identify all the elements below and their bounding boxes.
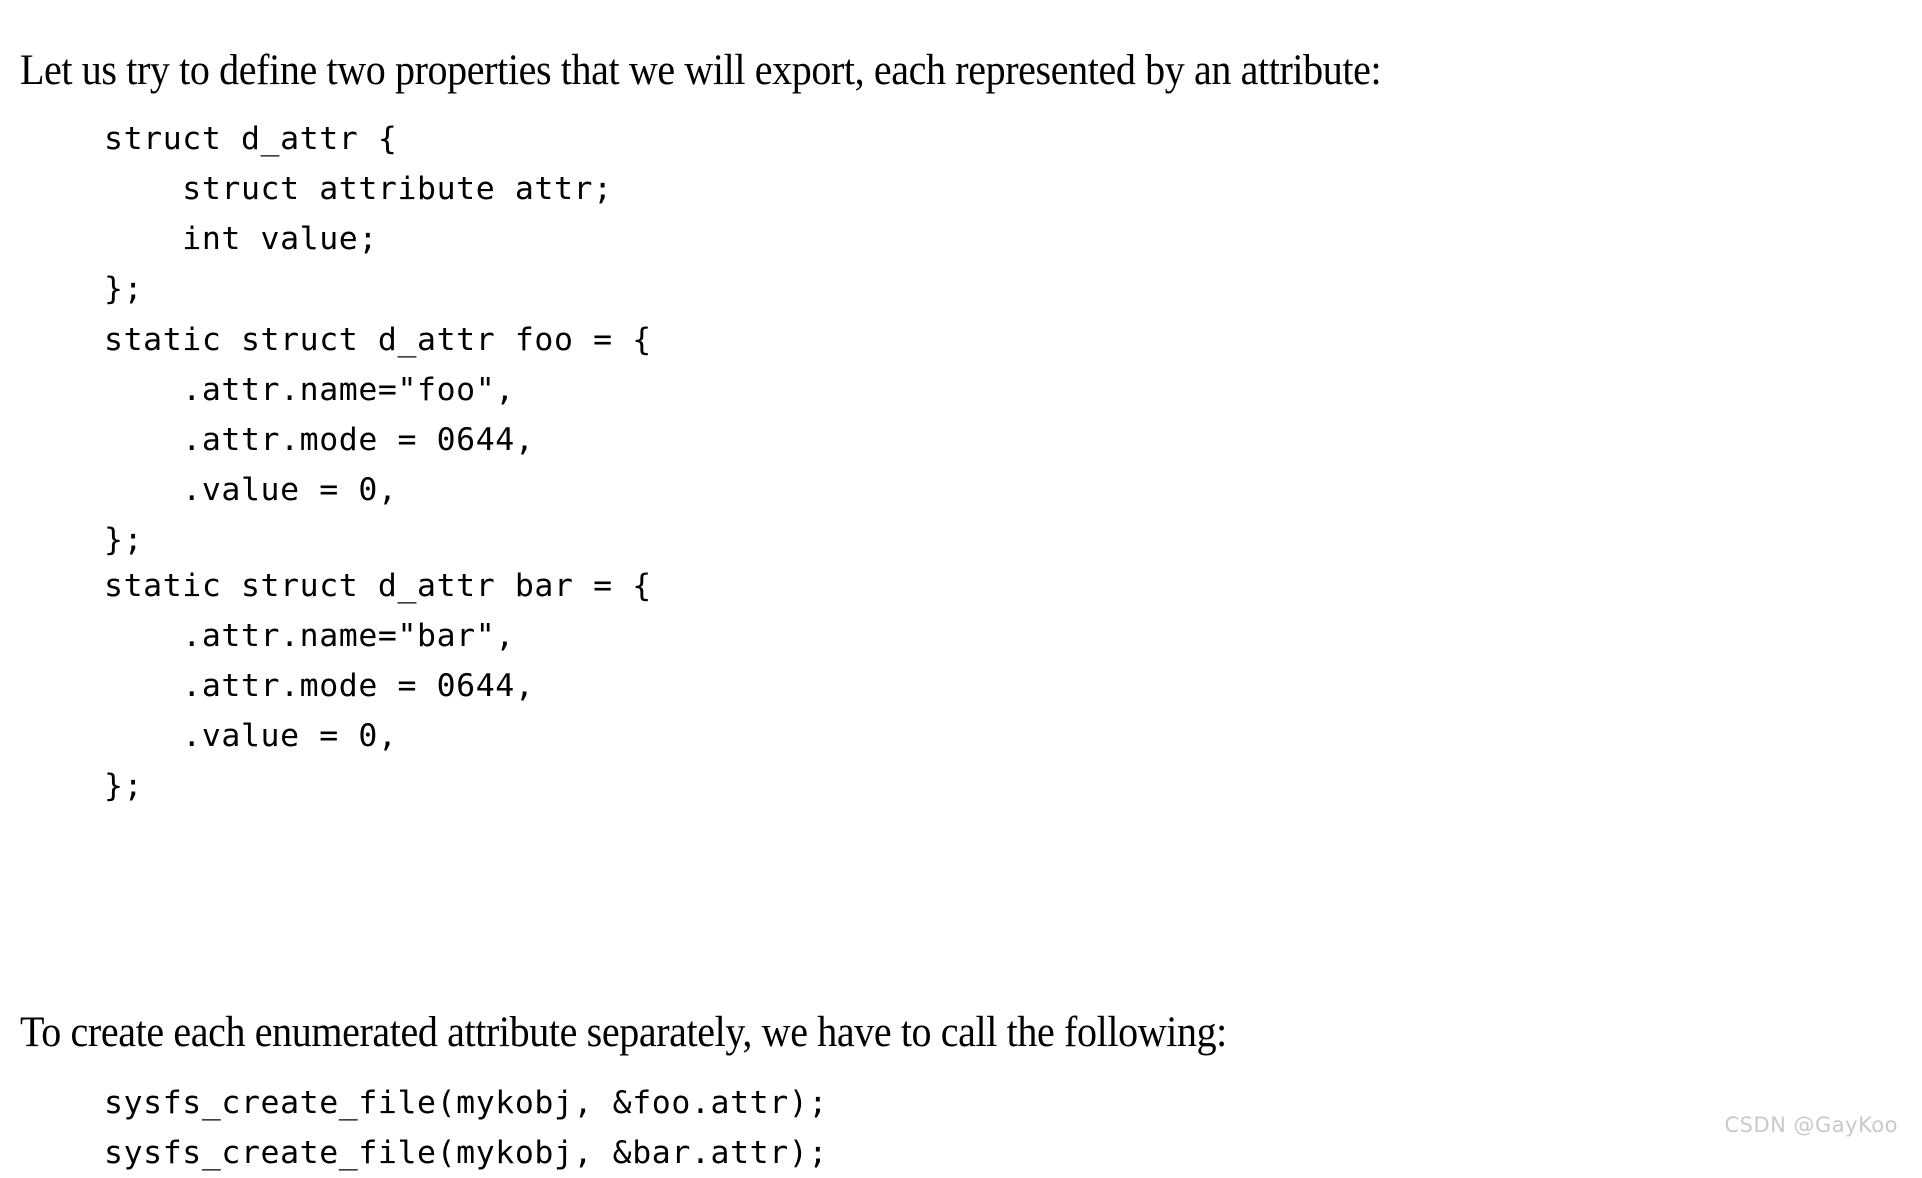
- code-line: static struct d_attr foo = {: [104, 321, 652, 358]
- code-block-foo-definition: static struct d_attr foo = { .attr.name=…: [104, 315, 652, 565]
- code-line: .attr.name="foo",: [104, 371, 515, 408]
- create-attribute-paragraph: To create each enumerated attribute sepa…: [20, 1009, 1227, 1056]
- document-page: Let us try to define two properties that…: [0, 0, 1922, 1171]
- code-block-bar-definition: static struct d_attr bar = { .attr.name=…: [104, 561, 652, 811]
- code-line: struct attribute attr;: [104, 170, 613, 207]
- code-line: .attr.mode = 0644,: [104, 421, 535, 458]
- code-line: .attr.mode = 0644,: [104, 667, 535, 704]
- csdn-watermark: CSDN @GayKoo: [1724, 1113, 1898, 1137]
- code-line: };: [104, 521, 144, 558]
- code-line: sysfs_create_file(mykobj, &bar.attr);: [104, 1134, 828, 1171]
- code-line: sysfs_create_file(mykobj, &foo.attr);: [104, 1084, 828, 1121]
- intro-paragraph: Let us try to define two properties that…: [20, 47, 1382, 94]
- code-block-struct-definition: struct d_attr { struct attribute attr; i…: [104, 114, 613, 314]
- code-block-sysfs-calls: sysfs_create_file(mykobj, &foo.attr); sys…: [104, 1078, 828, 1178]
- code-line: struct d_attr {: [104, 120, 398, 157]
- code-line: static struct d_attr bar = {: [104, 567, 652, 604]
- code-line: };: [104, 270, 144, 307]
- code-line: .value = 0,: [104, 471, 398, 508]
- code-line: .attr.name="bar",: [104, 617, 515, 654]
- code-line: };: [104, 767, 144, 804]
- code-line: .value = 0,: [104, 717, 398, 754]
- code-line: int value;: [104, 220, 378, 257]
